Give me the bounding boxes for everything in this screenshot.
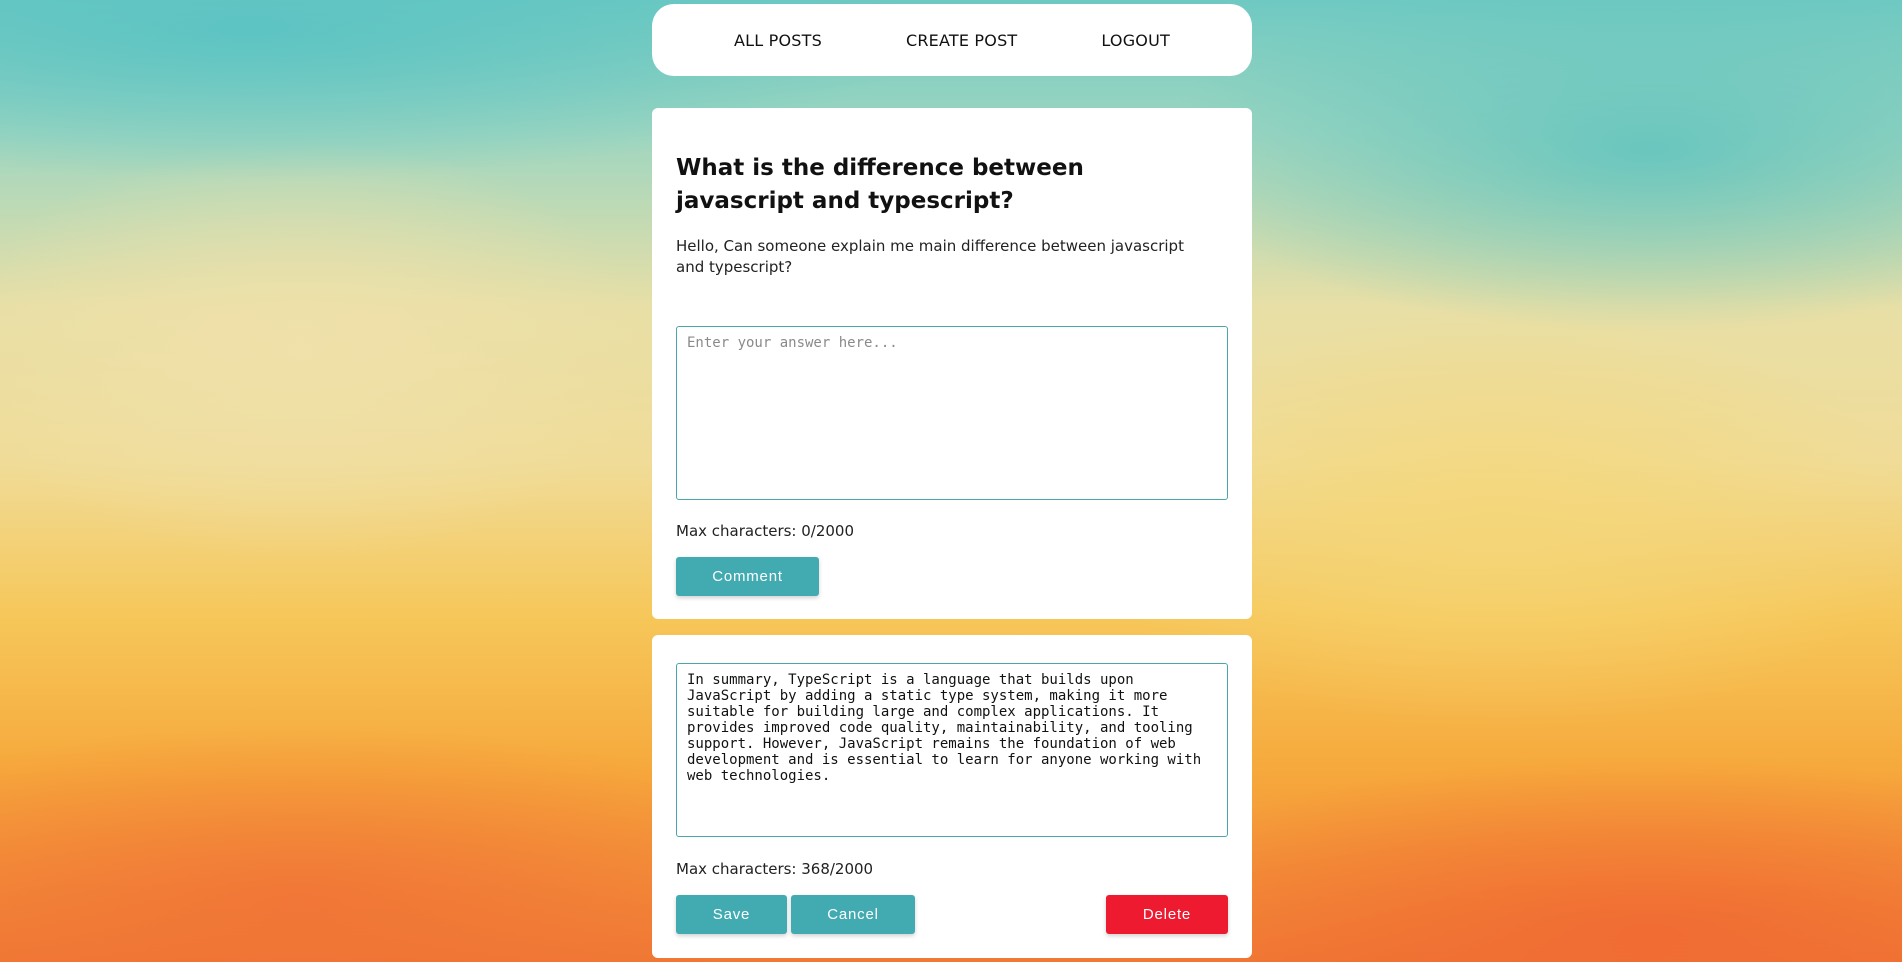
cancel-button[interactable]: Cancel: [791, 895, 915, 934]
post-body: Hello, Can someone explain me main diffe…: [676, 237, 1184, 276]
post-title: What is the difference between javascrip…: [676, 155, 1084, 214]
top-navigation: ALL POSTS CREATE POST LOGOUT: [652, 4, 1252, 76]
post-card: What is the difference between javascrip…: [652, 108, 1252, 619]
comment-char-count: Max characters: 368/2000: [676, 860, 874, 878]
delete-button[interactable]: Delete: [1106, 895, 1228, 934]
answer-char-count: Max characters: 0/2000: [676, 522, 855, 540]
comment-edit-card: In summary, TypeScript is a language tha…: [652, 635, 1252, 958]
save-button[interactable]: Save: [676, 895, 787, 934]
answer-textarea[interactable]: [676, 326, 1228, 500]
nav-all-posts-link[interactable]: ALL POSTS: [734, 31, 822, 50]
comment-button[interactable]: Comment: [676, 557, 819, 596]
comment-edit-textarea[interactable]: In summary, TypeScript is a language tha…: [676, 663, 1228, 837]
nav-logout-link[interactable]: LOGOUT: [1101, 31, 1170, 50]
nav-create-post-link[interactable]: CREATE POST: [906, 31, 1017, 50]
